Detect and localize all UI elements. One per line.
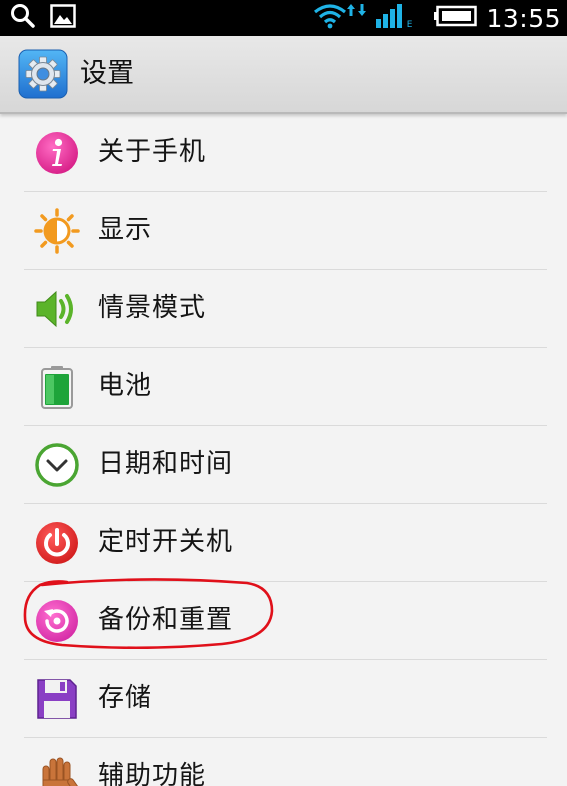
signal-icon [375,3,403,33]
settings-item-label: 定时开关机 [98,527,234,557]
settings-item-storage[interactable]: 存储 [24,660,547,738]
settings-item-battery[interactable]: 电池 [24,348,547,426]
status-bar: E 13:55 [0,0,567,36]
settings-list: 关于手机 显示 情景模式 电池 日期和时间 定时开关机 备份和重置 存储 辅助功… [0,114,567,786]
search-icon [10,3,36,33]
settings-item-accessibility[interactable]: 辅助功能 [24,738,547,786]
network-type-label: E [406,20,413,30]
settings-item-about-phone[interactable]: 关于手机 [24,114,547,192]
storage-icon [34,676,80,722]
gear-icon [18,49,68,99]
settings-item-label: 备份和重置 [98,605,234,635]
battery-icon [434,5,478,31]
status-bar-left [10,3,76,33]
image-icon [50,4,76,32]
power-icon [34,520,80,566]
clock-icon [34,442,80,488]
settings-item-scheduled-power[interactable]: 定时开关机 [24,504,547,582]
brightness-icon [34,208,80,254]
settings-item-label: 电池 [98,371,153,401]
wifi-icon [313,3,347,33]
settings-item-label: 情景模式 [98,293,207,323]
backup-reset-icon [34,598,80,644]
battery-icon [34,364,80,410]
status-bar-right: E 13:55 [313,0,561,36]
settings-item-label: 关于手机 [98,137,207,167]
settings-item-backup-reset[interactable]: 备份和重置 [24,582,547,660]
data-transfer-icon [346,2,367,21]
settings-item-label: 存储 [98,683,153,713]
settings-item-label: 显示 [98,215,153,245]
title-bar: 设置 [0,36,567,114]
info-icon [34,130,80,176]
settings-screen: E 13:55 设置 关于手机 显示 情景模式 电池 日期和时间 定时开关机 备… [0,0,567,786]
speaker-icon [34,286,80,332]
settings-item-profiles[interactable]: 情景模式 [24,270,547,348]
settings-item-display[interactable]: 显示 [24,192,547,270]
settings-item-label: 日期和时间 [98,449,234,479]
page-title: 设置 [80,58,134,89]
settings-item-label: 辅助功能 [98,761,207,786]
status-time: 13:55 [486,3,561,33]
hand-icon [34,754,80,786]
settings-item-date-time[interactable]: 日期和时间 [24,426,547,504]
